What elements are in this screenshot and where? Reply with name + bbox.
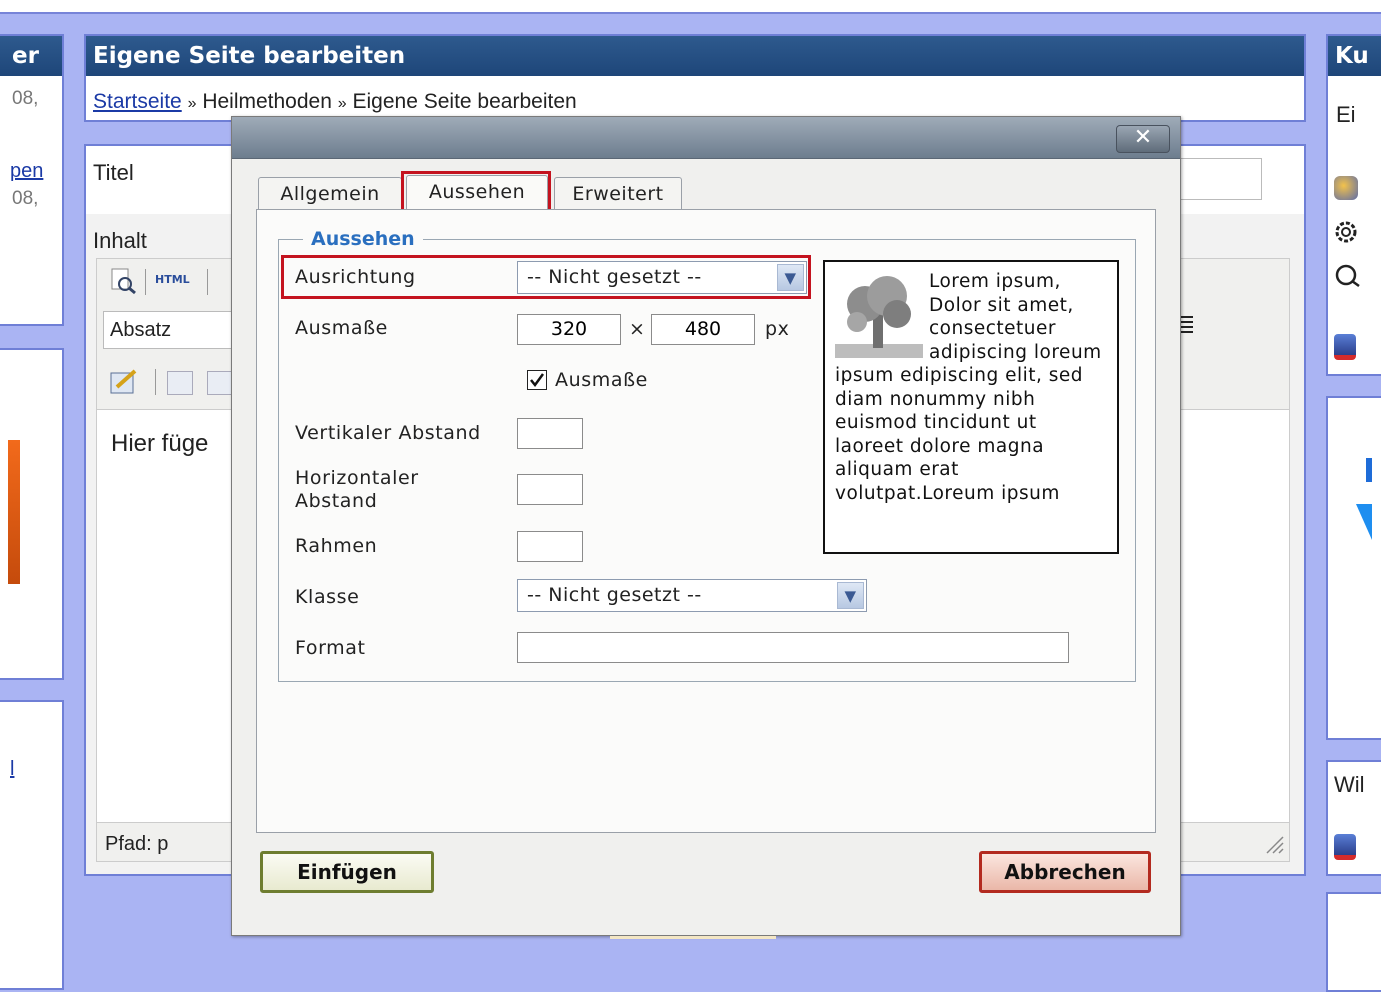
constrain-checkbox[interactable] xyxy=(527,370,547,390)
edit-icon[interactable] xyxy=(109,367,139,397)
cancel-button[interactable]: Abbrechen xyxy=(979,851,1151,893)
breadcrumb: Startseite » Heilmethoden » Eigene Seite… xyxy=(93,90,577,114)
checkmark-icon xyxy=(530,373,545,388)
fieldset-legend: Aussehen xyxy=(303,228,423,250)
close-icon: ✕ xyxy=(1133,125,1153,150)
settings-icon[interactable] xyxy=(1334,220,1358,244)
vspace-input[interactable] xyxy=(517,418,583,449)
breadcrumb-current: Eigene Seite bearbeiten xyxy=(352,90,577,113)
right-panel-3: Wil xyxy=(1326,760,1381,876)
constrain-label: Ausmaße xyxy=(555,369,648,391)
left-date-2: 08, xyxy=(12,188,39,209)
dimensions-label: Ausmaße xyxy=(295,317,388,339)
alignment-select-value: -- Nicht gesetzt -- xyxy=(527,266,702,288)
tree-thumbnail-image xyxy=(835,270,923,358)
width-input[interactable]: 320 xyxy=(517,314,621,345)
database-icon[interactable] xyxy=(1334,334,1356,360)
blue-triangle-graphic xyxy=(1356,504,1372,540)
vspace-label: Vertikaler Abstand xyxy=(295,422,481,444)
left-panel: er 08, pen 08, xyxy=(0,34,64,326)
left-article-link[interactable]: pen xyxy=(10,160,43,183)
alignment-label: Ausrichtung xyxy=(295,266,416,288)
breadcrumb-section: Heilmethoden xyxy=(202,90,332,113)
users-icon[interactable] xyxy=(1334,176,1358,200)
toolbar-divider xyxy=(207,269,208,295)
alignment-select[interactable]: -- Nicht gesetzt -- ▼ xyxy=(517,261,807,294)
hspace-label: Horizontaler Abstand xyxy=(295,467,419,513)
title-label: Titel xyxy=(93,160,134,185)
left-thumbnail-image[interactable] xyxy=(8,440,20,584)
class-label: Klasse xyxy=(295,586,360,608)
style-input[interactable] xyxy=(517,632,1069,663)
right-text-fragment: Ei xyxy=(1336,102,1356,127)
chevron-down-icon[interactable]: ▼ xyxy=(777,264,804,291)
left-panel-2 xyxy=(0,348,64,680)
dimensions-times: × xyxy=(629,318,646,340)
table-icon[interactable] xyxy=(167,371,193,395)
database-icon[interactable] xyxy=(1334,834,1356,860)
main-header-panel: Eigene Seite bearbeiten Startseite » Hei… xyxy=(84,34,1306,122)
status-path: Pfad: p xyxy=(105,833,169,855)
format-select[interactable]: Absatz xyxy=(103,311,239,349)
html-source-button[interactable]: HTML xyxy=(155,273,190,286)
class-select[interactable]: -- Nicht gesetzt -- ▼ xyxy=(517,579,867,612)
toolbar-divider xyxy=(145,269,146,295)
right-panel-header: Ku xyxy=(1328,36,1381,76)
logout-icon[interactable] xyxy=(1334,262,1360,288)
height-input[interactable]: 480 xyxy=(651,314,755,345)
table-row-icon[interactable] xyxy=(207,371,233,395)
appearance-panel: Aussehen Ausrichtung -- Nicht gesetzt --… xyxy=(256,209,1156,833)
left-panel-3: l xyxy=(0,700,64,990)
border-label: Rahmen xyxy=(295,535,378,557)
style-label: Format xyxy=(295,637,366,659)
hspace-label-line1: Horizontaler xyxy=(295,467,419,489)
hspace-label-line2: Abstand xyxy=(295,490,378,512)
left-panel-header: er xyxy=(0,36,62,76)
insert-button[interactable]: Einfügen xyxy=(260,851,434,893)
hspace-input[interactable] xyxy=(517,474,583,505)
top-border xyxy=(0,0,1381,14)
editor-text: Hier füge xyxy=(111,430,209,457)
right-panel-2 xyxy=(1326,396,1381,740)
preview-icon[interactable] xyxy=(109,267,137,295)
border-input[interactable] xyxy=(517,531,583,562)
dialog-bottom-edge xyxy=(610,936,776,939)
resize-handle-icon[interactable] xyxy=(1263,833,1285,855)
blue-bar-graphic xyxy=(1366,458,1372,482)
right-panel: Ku Ei xyxy=(1326,34,1381,376)
breadcrumb-separator: » xyxy=(187,95,197,112)
tab-allgemein[interactable]: Allgemein xyxy=(258,177,402,210)
image-preview: Lorem ipsum, Dolor sit amet, consectetue… xyxy=(823,260,1119,554)
dimensions-unit: px xyxy=(765,318,790,340)
chevron-down-icon[interactable]: ▼ xyxy=(837,582,864,609)
breadcrumb-separator: » xyxy=(337,95,347,112)
toolbar-divider xyxy=(155,369,156,395)
title-input[interactable] xyxy=(1176,158,1262,200)
image-properties-dialog: ✕ Allgemein Aussehen Erweitert Aussehen … xyxy=(231,116,1181,936)
class-select-value: -- Nicht gesetzt -- xyxy=(527,584,702,606)
dialog-titlebar[interactable]: ✕ xyxy=(232,117,1180,159)
page-title: Eigene Seite bearbeiten xyxy=(86,36,1304,76)
tab-erweitert[interactable]: Erweitert xyxy=(554,177,682,210)
right-bottom-fragment: Wil xyxy=(1334,772,1365,797)
left-link-fragment[interactable]: l xyxy=(10,758,14,781)
right-panel-4 xyxy=(1326,892,1381,992)
close-button[interactable]: ✕ xyxy=(1116,125,1170,153)
content-label: Inhalt xyxy=(93,228,147,253)
breadcrumb-home-link[interactable]: Startseite xyxy=(93,90,182,113)
left-date-1: 08, xyxy=(12,88,39,109)
